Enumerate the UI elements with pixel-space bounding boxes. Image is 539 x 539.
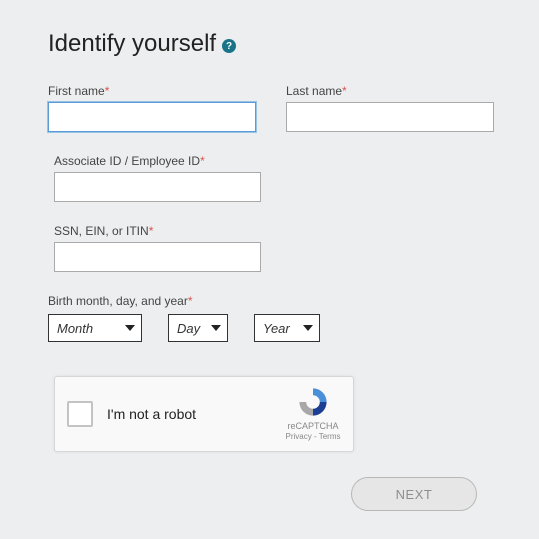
birth-day-select[interactable]: Day — [168, 314, 228, 342]
birth-label: Birth month, day, and year* — [48, 294, 491, 308]
last-name-label: Last name* — [286, 84, 494, 98]
associate-id-input[interactable] — [54, 172, 261, 202]
page-title: Identify yourself — [48, 30, 216, 58]
recaptcha-links[interactable]: Privacy - Terms — [283, 432, 343, 441]
last-name-input[interactable] — [286, 102, 494, 132]
recaptcha-label: I'm not a robot — [107, 406, 196, 422]
recaptcha-icon — [296, 385, 330, 419]
chevron-down-icon — [125, 325, 135, 331]
birth-year-select[interactable]: Year — [254, 314, 320, 342]
recaptcha-checkbox[interactable] — [67, 401, 93, 427]
help-icon[interactable]: ? — [222, 39, 236, 53]
ssn-label: SSN, EIN, or ITIN* — [54, 224, 261, 238]
chevron-down-icon — [303, 325, 313, 331]
birth-month-select[interactable]: Month — [48, 314, 142, 342]
first-name-input[interactable] — [48, 102, 256, 132]
next-button[interactable]: NEXT — [351, 477, 477, 511]
recaptcha-brand: reCAPTCHA — [283, 421, 343, 431]
ssn-input[interactable] — [54, 242, 261, 272]
chevron-down-icon — [211, 325, 221, 331]
recaptcha-widget: I'm not a robot reCAPTCHA Privacy - Term… — [54, 376, 354, 452]
associate-id-label: Associate ID / Employee ID* — [54, 154, 261, 168]
first-name-label: First name* — [48, 84, 256, 98]
